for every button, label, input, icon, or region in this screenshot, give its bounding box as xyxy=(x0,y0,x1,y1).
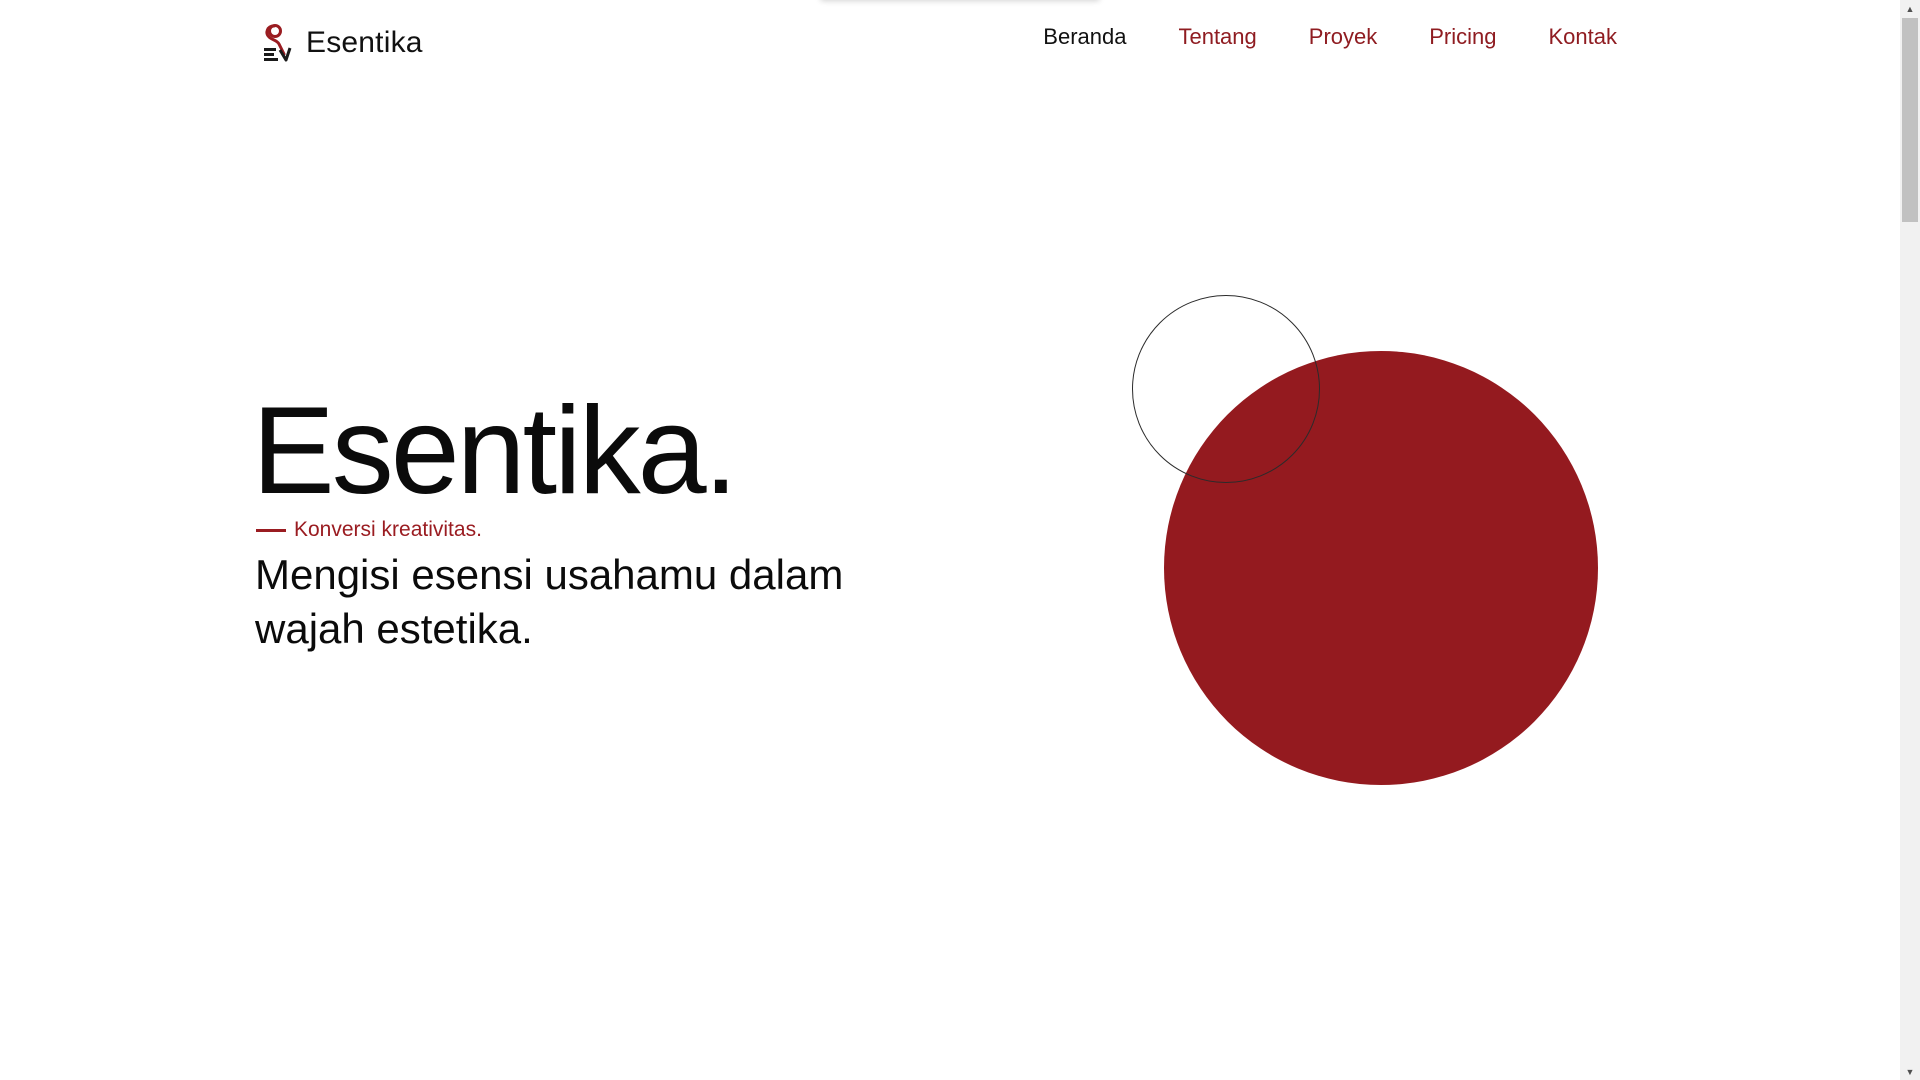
site-header: Esentika Beranda Tentang Proyek Pricing … xyxy=(0,0,1900,88)
tagline-dash-decoration xyxy=(256,528,286,532)
hero-subtitle: Mengisi esensi usahamu dalam wajah estet… xyxy=(255,551,844,652)
scroll-down-arrow-icon[interactable]: ▼ xyxy=(1900,1063,1920,1080)
nav-item-proyek[interactable]: Proyek xyxy=(1309,24,1377,50)
scrollbar-thumb[interactable] xyxy=(1902,18,1918,222)
brand-name: Esentika xyxy=(306,26,423,59)
vertical-scrollbar[interactable]: ▲ ▼ xyxy=(1900,0,1920,1080)
main-nav: Beranda Tentang Proyek Pricing Kontak xyxy=(1043,24,1617,50)
brand-home-link[interactable]: Esentika xyxy=(262,22,423,64)
tagline-text: Konversi kreativitas. xyxy=(294,518,482,541)
nav-item-pricing[interactable]: Pricing xyxy=(1429,24,1496,50)
esentika-logo-icon xyxy=(264,24,292,62)
nav-item-tentang[interactable]: Tentang xyxy=(1178,24,1256,50)
nav-item-kontak[interactable]: Kontak xyxy=(1549,24,1618,50)
hero-tagline: Konversi kreativitas. xyxy=(256,518,482,542)
hero-title: Esentika. xyxy=(252,382,738,520)
outline-circle-decoration xyxy=(1132,295,1320,483)
scroll-up-arrow-icon[interactable]: ▲ xyxy=(1900,0,1920,17)
nav-item-beranda[interactable]: Beranda xyxy=(1043,24,1126,50)
page: Esentika Beranda Tentang Proyek Pricing … xyxy=(0,0,1900,1080)
